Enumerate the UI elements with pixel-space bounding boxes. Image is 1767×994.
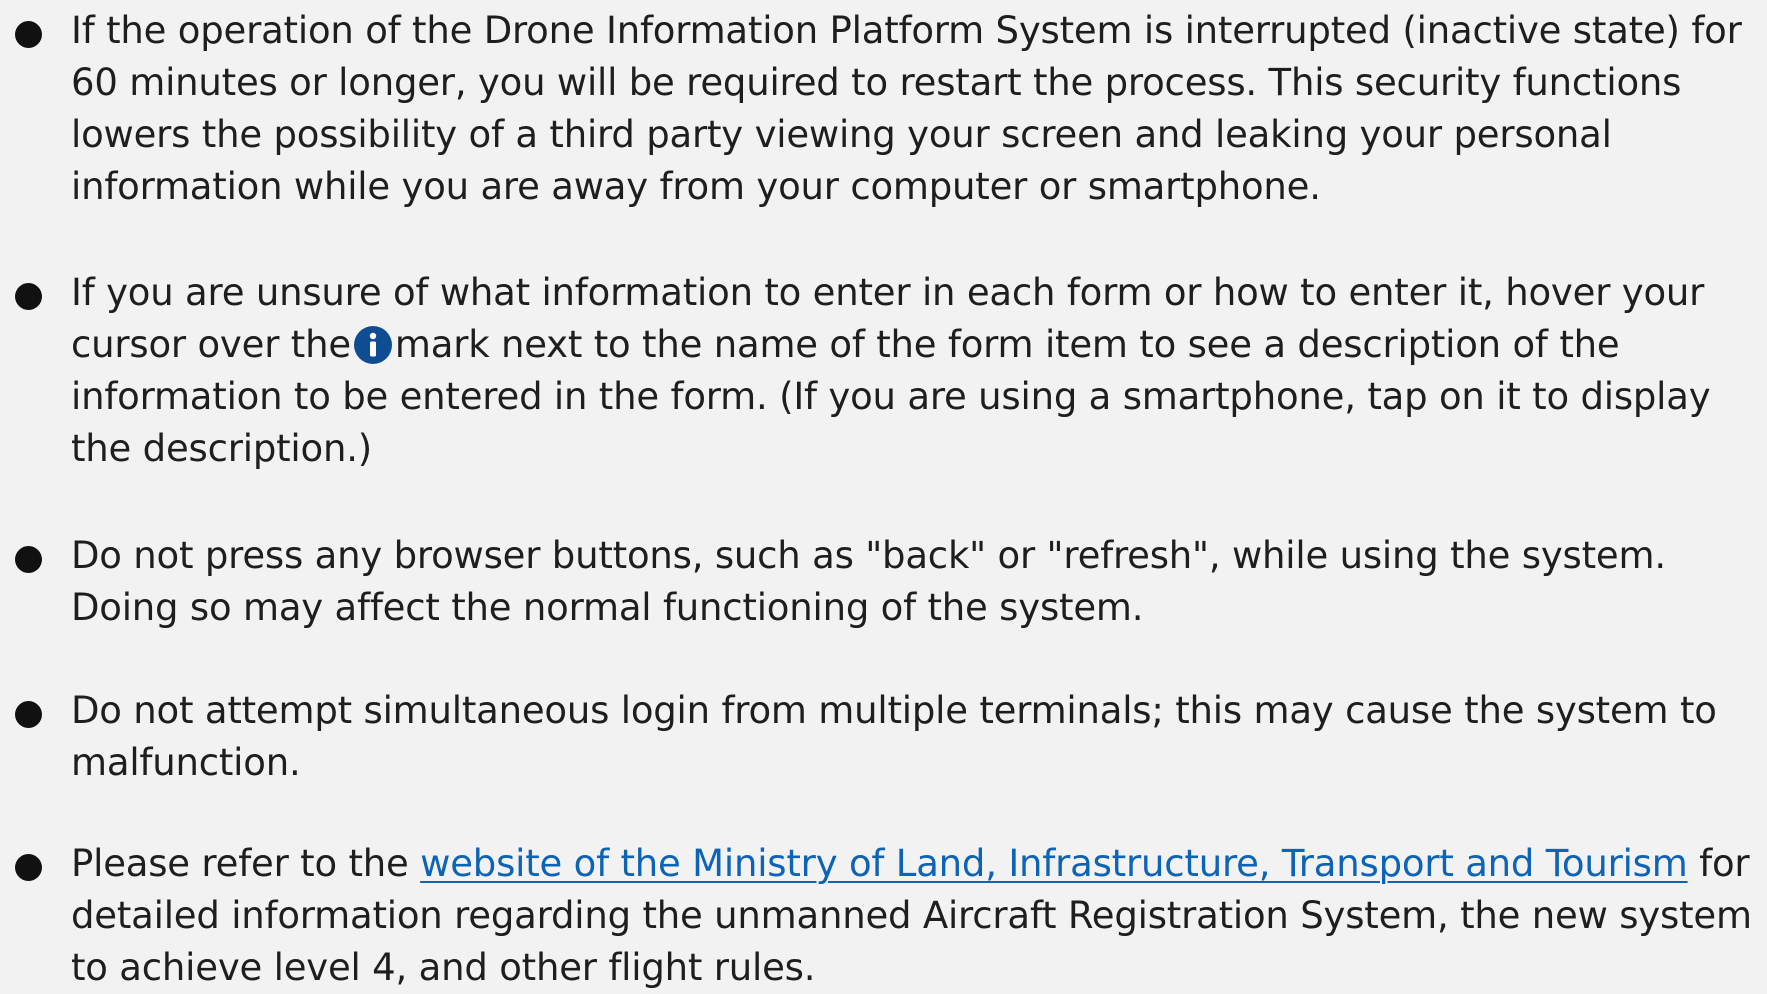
bullet-icon (15, 283, 42, 310)
notice-item-simultaneous-login: Do not attempt simultaneous login from m… (0, 685, 1767, 789)
notice-text: If the operation of the Drone Informatio… (71, 9, 1742, 208)
info-icon[interactable] (353, 325, 393, 365)
notice-text: Do not press any browser buttons, such a… (71, 534, 1666, 629)
bullet-icon (15, 21, 42, 48)
bullet-icon (15, 854, 42, 881)
notice-text: Please refer to the website of the Minis… (71, 838, 1767, 994)
notice-item-ministry-website: Please refer to the website of the Minis… (0, 838, 1767, 994)
bullet-icon (15, 701, 42, 728)
bullet-icon (15, 546, 42, 573)
notice-item-browser-buttons: Do not press any browser buttons, such a… (0, 530, 1767, 634)
notice-item-session-timeout: If the operation of the Drone Informatio… (0, 5, 1767, 213)
notice-text: Do not attempt simultaneous login from m… (71, 689, 1717, 784)
notice-text-before-link: Please refer to the (71, 842, 421, 885)
ministry-website-link[interactable]: website of the Ministry of Land, Infrast… (420, 842, 1688, 885)
notice-item-form-help: If you are unsure of what information to… (0, 267, 1767, 475)
notice-list: If the operation of the Drone Informatio… (0, 0, 1767, 989)
notice-text: If you are unsure of what information to… (71, 267, 1767, 475)
